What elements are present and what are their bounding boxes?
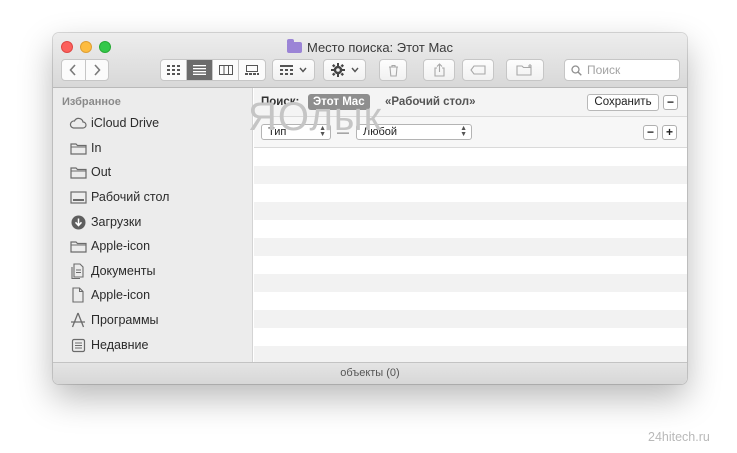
sidebar-item-recents[interactable]: Недавние [69, 335, 148, 355]
icon-view-icon [167, 65, 180, 75]
sidebar-item-icloud[interactable]: iCloud Drive [69, 113, 159, 133]
sidebar-item-label: Загрузки [91, 215, 142, 229]
icon-view-button[interactable] [161, 60, 187, 80]
save-search-button[interactable]: Сохранить [587, 94, 659, 111]
empty-row-stripe [254, 310, 687, 328]
sidebar-item-applications[interactable]: Программы [69, 310, 159, 330]
group-by-button[interactable] [272, 59, 315, 81]
empty-row-stripe [254, 274, 687, 292]
sidebar-item-out[interactable]: Out [69, 162, 111, 182]
trash-button[interactable] [379, 59, 407, 81]
sidebar-item-documents[interactable]: Документы [69, 261, 155, 281]
chevron-down-icon [350, 67, 359, 73]
sidebar-item-downloads[interactable]: Загрузки [69, 212, 141, 232]
gear-icon [330, 63, 345, 77]
results-list [254, 148, 687, 362]
forward-arrow-icon [94, 64, 101, 76]
applications-icon [71, 312, 85, 328]
empty-row-stripe [254, 238, 687, 256]
title-toolbar: Место поиска: Этот Mac Поиск [53, 33, 687, 88]
sidebar: Избранное iCloud Drive In Out Рабочий ст… [53, 88, 253, 362]
documents-icon [70, 263, 84, 279]
source-credit: 24hitech.ru [648, 430, 710, 444]
sidebar-item-apple-icon-folder[interactable]: Apple-icon [69, 236, 150, 256]
sidebar-item-label: In [91, 141, 102, 155]
desktop-icon [69, 190, 87, 204]
sidebar-item-label: Программы [91, 313, 159, 327]
column-view-icon [218, 65, 233, 75]
tags-button[interactable] [462, 59, 494, 81]
file-icon [72, 287, 84, 303]
watermark-text: ЯОлык [248, 95, 383, 139]
add-criteria-button[interactable]: + [662, 125, 677, 140]
view-mode-control [160, 59, 266, 81]
scope-desktop-button[interactable]: «Рабочий стол» [385, 96, 475, 108]
empty-row-stripe [254, 202, 687, 220]
folder-icon [69, 166, 87, 179]
list-view-icon [193, 65, 206, 75]
list-view-button[interactable] [187, 60, 213, 80]
search-field[interactable]: Поиск [564, 59, 680, 81]
download-icon [71, 215, 85, 229]
empty-row-stripe [254, 166, 687, 184]
search-placeholder: Поиск [587, 63, 621, 77]
sidebar-heading: Избранное [62, 96, 121, 108]
remove-scope-button[interactable]: − [663, 95, 678, 110]
sidebar-item-label: Документы [91, 264, 156, 278]
gallery-view-button[interactable] [239, 60, 265, 80]
share-button[interactable] [423, 59, 455, 81]
search-icon [571, 64, 582, 76]
item-count: объекты (0) [340, 367, 400, 379]
cloud-icon [69, 117, 87, 129]
action-menu-button[interactable] [323, 59, 366, 81]
column-view-button[interactable] [213, 60, 239, 80]
folder-icon [69, 240, 87, 253]
folder-icon [69, 142, 87, 155]
sidebar-item-label: Рабочий стол [91, 190, 170, 204]
back-button[interactable] [62, 60, 86, 80]
tag-icon [470, 65, 486, 75]
finder-window: Место поиска: Этот Mac Поиск Избранное i… [53, 33, 687, 384]
sidebar-item-desktop[interactable]: Рабочий стол [69, 187, 169, 207]
gallery-view-icon [245, 65, 259, 75]
smart-folder-icon [286, 39, 302, 53]
trash-icon [388, 64, 398, 77]
new-folder-button[interactable] [506, 59, 544, 81]
chevron-down-icon [299, 67, 307, 73]
status-bar: объекты (0) [53, 362, 687, 384]
sidebar-item-label: Apple-icon [91, 288, 151, 302]
nav-buttons [61, 59, 109, 81]
back-arrow-icon [69, 64, 76, 76]
share-icon [433, 63, 445, 77]
window-title-text: Место поиска: Этот Mac [306, 40, 454, 55]
sidebar-item-label: Apple-icon [91, 239, 151, 253]
empty-row-stripe [254, 346, 687, 362]
window-title: Место поиска: Этот Mac [53, 39, 687, 55]
group-icon [280, 65, 293, 75]
sidebar-item-label: Out [91, 165, 112, 179]
recents-icon [71, 338, 85, 352]
sidebar-item-apple-icon-file[interactable]: Apple-icon [69, 285, 150, 305]
sidebar-item-in[interactable]: In [69, 138, 101, 158]
forward-button[interactable] [86, 60, 109, 80]
sidebar-item-label: iCloud Drive [91, 116, 160, 130]
sidebar-item-label: Недавние [91, 338, 149, 352]
updown-chevron-icon: ▲ ▼ [460, 125, 467, 138]
remove-criteria-button[interactable]: − [643, 125, 658, 140]
new-folder-icon [516, 64, 532, 76]
